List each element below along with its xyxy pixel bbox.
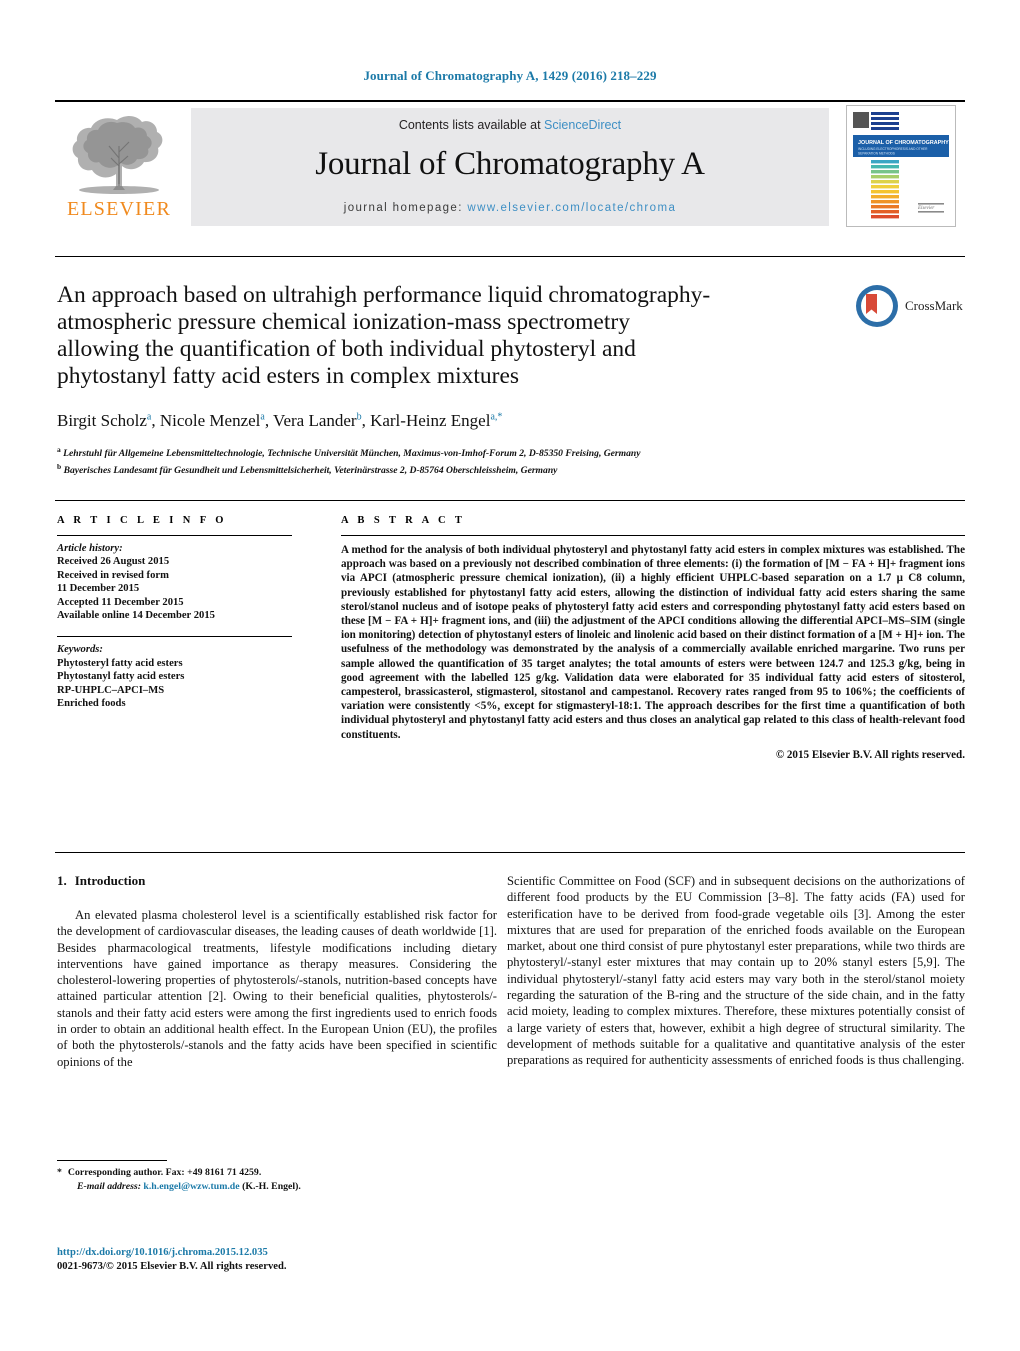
keyword-item-1: Phytostanyl fatty acid esters: [57, 671, 185, 683]
svg-text:JOURNAL OF CHROMATOGRAPHY A: JOURNAL OF CHROMATOGRAPHY A: [858, 140, 954, 146]
svg-text:INCLUDING ELECTROPHORESIS AND: INCLUDING ELECTROPHORESIS AND OTHER: [858, 147, 928, 151]
abstract-column: A B S T R A C T A method for the analysi…: [341, 515, 965, 761]
affiliation-row-b: b Bayerisches Landesamt für Gesundheit u…: [57, 460, 957, 477]
body-column-right: Scientific Committee on Food (SCF) and i…: [507, 873, 965, 1079]
affiliation-text-b: Bayerisches Landesamt für Gesundheit und…: [63, 465, 558, 477]
info-divider: [55, 500, 965, 501]
elsevier-tree-icon: [72, 116, 163, 194]
footnote-divider: [57, 1160, 167, 1161]
svg-text:SEPARATION METHODS: SEPARATION METHODS: [858, 152, 895, 156]
body-divider: [55, 852, 965, 853]
affiliation-row-a: a Lehrstuhl für Allgemeine Lebensmittelt…: [57, 443, 957, 460]
author-mark-0: a: [146, 411, 152, 423]
author-name-3: Karl-Heinz Engel: [370, 411, 491, 430]
section-number: 1.: [57, 873, 67, 888]
section-heading-introduction: 1. Introduction: [57, 873, 497, 889]
abstract-rule: [341, 535, 965, 536]
doi-link[interactable]: http://dx.doi.org/10.1016/j.chroma.2015.…: [57, 1246, 497, 1260]
sciencedirect-link[interactable]: ScienceDirect: [544, 118, 621, 132]
article-title: An approach based on ultrahigh performan…: [57, 282, 711, 389]
affiliation-list: a Lehrstuhl für Allgemeine Lebensmittelt…: [57, 443, 957, 477]
corresponding-author-note: * Corresponding author. Fax: +49 8161 71 …: [57, 1166, 497, 1180]
author-mark-1: a: [260, 411, 265, 423]
affiliation-mark-a: a: [57, 445, 61, 454]
keyword-item-0: Phytosteryl fatty acid esters: [57, 657, 183, 669]
journal-homepage-link[interactable]: www.elsevier.com/locate/chroma: [467, 202, 676, 214]
elsevier-wordmark: ELSEVIER: [66, 198, 172, 220]
keyword-item-2: RP-UHPLC–APCI–MS: [57, 684, 165, 696]
crossmark-icon: [856, 285, 898, 327]
author-mark-2: b: [356, 411, 362, 423]
keywords-label: Keywords:: [57, 644, 103, 656]
crossmark-badge[interactable]: CrossMark: [855, 282, 975, 330]
intro-paragraph-left: An elevated plasma cholesterol level is …: [57, 908, 497, 1069]
affiliation-text-a: Lehrstuhl für Allgemeine Lebensmitteltec…: [63, 448, 641, 460]
article-info-heading: A R T I C L E I N F O: [57, 515, 227, 526]
article-history-block: Article history: Received 26 August 2015…: [57, 542, 292, 622]
paper-page: Journal of Chromatography A, 1429 (2016)…: [0, 0, 1020, 1351]
author-list: Birgit Scholza, Nicole Menzela, Vera Lan…: [57, 411, 503, 430]
history-item-1: Received in revised form: [57, 569, 169, 581]
svg-text:Elsevier: Elsevier: [917, 206, 934, 211]
body-column-left: 1. Introduction An elevated plasma choles…: [57, 873, 497, 1080]
contents-available-line: Contents lists available at ScienceDirec…: [399, 118, 621, 132]
crossmark-label: CrossMark: [905, 298, 963, 313]
running-head: Journal of Chromatography A, 1429 (2016)…: [363, 68, 657, 83]
article-info-column: A R T I C L E I N F O Article history: R…: [57, 515, 292, 710]
history-item-0: Received 26 August 2015: [57, 556, 170, 568]
journal-cover-image: JOURNAL OF CHROMATOGRAPHY A INCLUDING EL…: [846, 105, 956, 227]
article-info-rule: [57, 535, 292, 536]
article-history-label: Article history:: [57, 543, 123, 554]
corresponding-author-text: Corresponding author. Fax: +49 8161 71 4…: [67, 1167, 262, 1178]
asterisk-icon: *: [57, 1167, 62, 1178]
issn-copyright: 0021-9673/© 2015 Elsevier B.V. All right…: [57, 1260, 287, 1272]
keyword-item-3: Enriched foods: [57, 698, 126, 710]
elsevier-logo: ELSEVIER: [55, 102, 183, 232]
footer-block: http://dx.doi.org/10.1016/j.chroma.2015.…: [57, 1246, 497, 1274]
homepage-prefix: journal homepage:: [343, 202, 468, 214]
abstract-text: A method for the analysis of both indivi…: [341, 544, 965, 741]
author-mark-3: a,*: [490, 411, 503, 423]
keywords-block: Keywords: Phytosteryl fatty acid esters …: [57, 643, 292, 710]
keywords-rule: [57, 636, 292, 638]
email-link[interactable]: k.h.engel@wzw.tum.de: [143, 1181, 239, 1192]
journal-masthead: ELSEVIER Contents lists available at Sci…: [55, 100, 965, 234]
author-name-1: Nicole Menzel: [159, 411, 261, 430]
history-item-2: 11 December 2015: [57, 583, 140, 595]
journal-homepage-line: journal homepage: www.elsevier.com/locat…: [344, 202, 676, 214]
journal-title: Journal of Chromatography A: [315, 146, 705, 182]
intro-paragraph-right: Scientific Committee on Food (SCF) and i…: [507, 874, 965, 1068]
abstract-heading: A B S T R A C T: [341, 515, 466, 526]
abstract-copyright: © 2015 Elsevier B.V. All rights reserved…: [775, 748, 965, 761]
affiliation-mark-b: b: [57, 462, 62, 472]
author-name-0: Birgit Scholz: [57, 411, 147, 430]
email-suffix: (K.-H. Engel).: [242, 1180, 301, 1192]
footnote-block: * Corresponding author. Fax: +49 8161 71 …: [57, 1166, 497, 1193]
section-title: Introduction: [74, 873, 146, 888]
author-name-2: Vera Lander: [273, 411, 357, 430]
email-note: E-mail address: k.h.engel@wzw.tum.de (K.…: [57, 1180, 497, 1194]
masthead-center-panel: Contents lists available at ScienceDirec…: [191, 108, 829, 226]
contents-prefix: Contents lists available at: [398, 118, 545, 132]
email-label: E-mail address:: [77, 1180, 141, 1192]
history-item-3: Accepted 11 December 2015: [57, 596, 184, 608]
journal-cover-thumbnail: JOURNAL OF CHROMATOGRAPHY A INCLUDING EL…: [837, 102, 965, 232]
title-divider: [55, 256, 965, 257]
history-item-4: Available online 14 December 2015: [57, 610, 215, 622]
